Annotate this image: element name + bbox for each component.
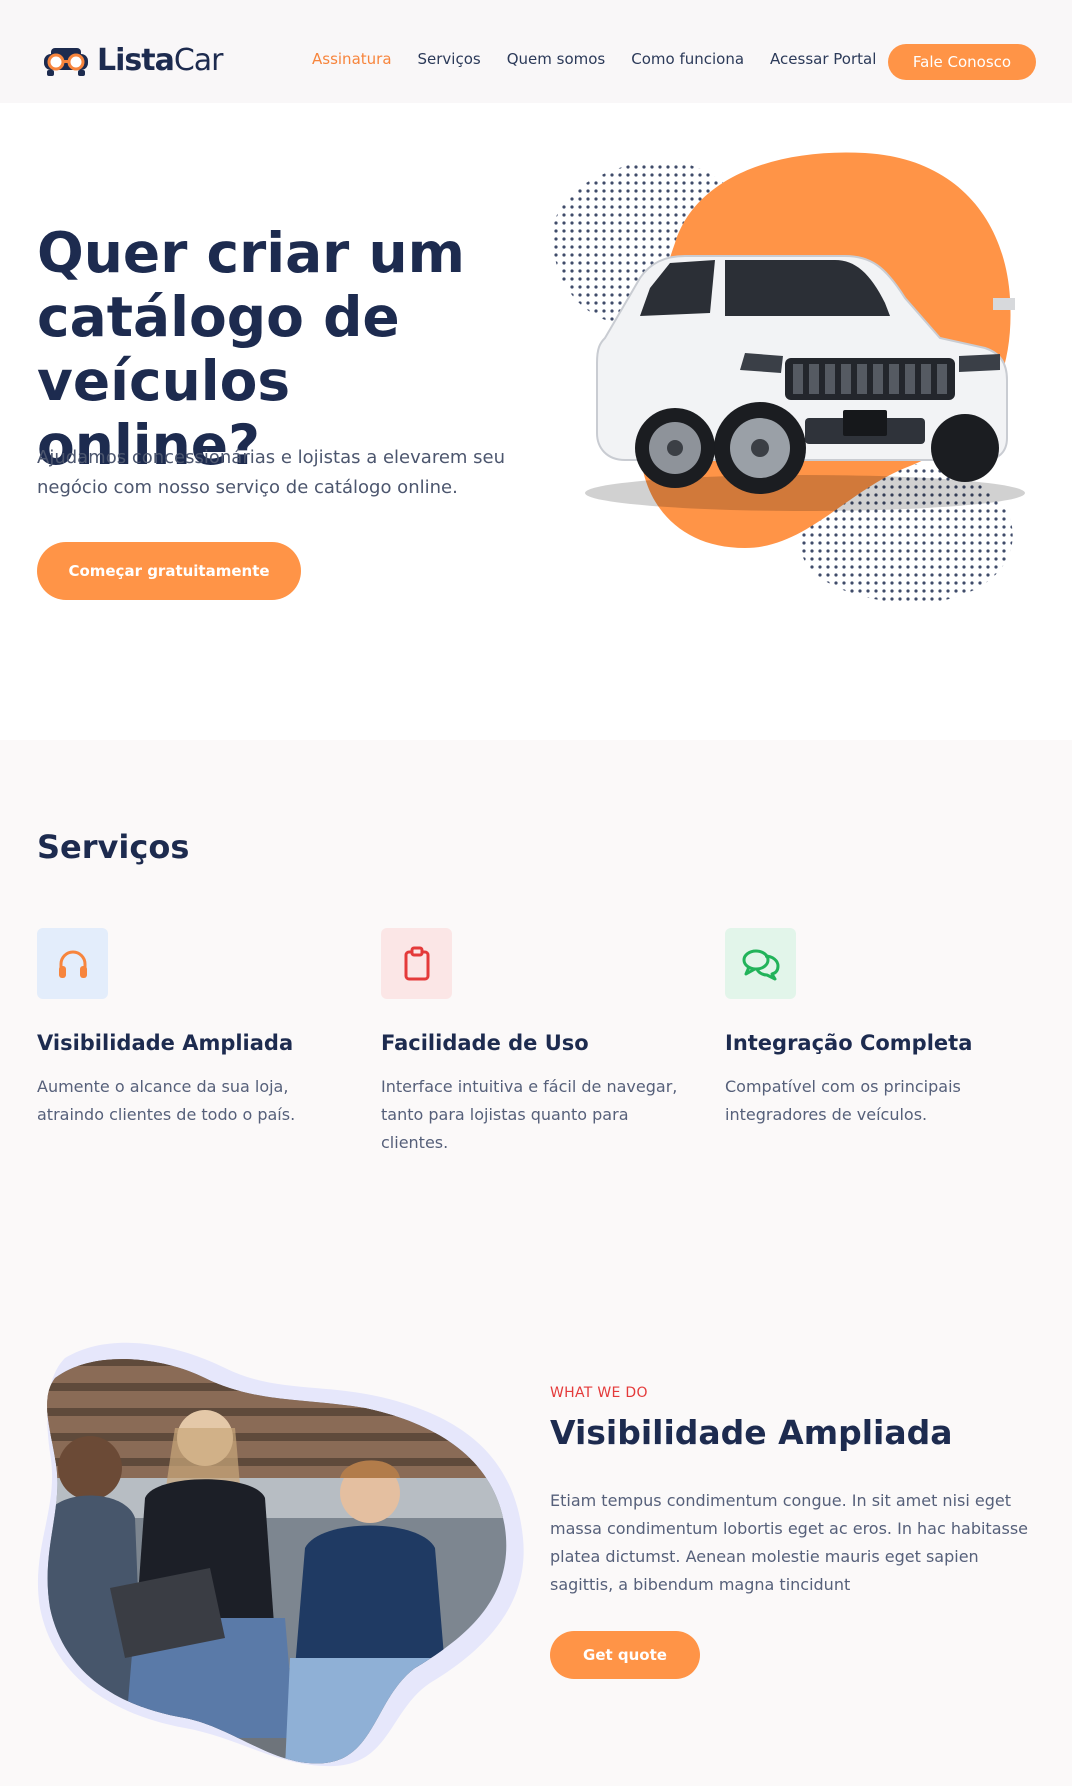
clipboard-icon (381, 928, 452, 999)
contact-button[interactable]: Fale Conosco (888, 44, 1036, 80)
service-text: Interface intuitiva e fácil de navegar, … (381, 1077, 678, 1152)
site-header: ListaCar Assinatura Serviços Quem somos … (0, 0, 1072, 103)
hero-car-illustration (552, 152, 1025, 603)
service-title: Integração Completa (725, 1031, 973, 1055)
services-title: Serviços (37, 828, 190, 866)
team-photo (37, 1342, 524, 1767)
service-card-integration: Integração Completa Compatível com os pr… (725, 928, 1025, 1129)
services-section: Serviços Visibilidade Ampliada Aumente o… (0, 740, 1072, 1786)
nav-como-funciona[interactable]: Como funciona (631, 50, 744, 68)
service-text: Aumente o alcance da sua loja, atraindo … (37, 1077, 296, 1124)
service-title: Facilidade de Uso (381, 1031, 589, 1055)
feature-title: Visibilidade Ampliada (550, 1413, 953, 1452)
headphones-icon (37, 928, 108, 999)
logo[interactable]: ListaCar (41, 40, 224, 80)
nav-assinatura[interactable]: Assinatura (312, 50, 392, 68)
nav-servicos[interactable]: Serviços (418, 50, 481, 68)
nav-acessar-portal[interactable]: Acessar Portal (770, 50, 876, 68)
main-nav: Assinatura Serviços Quem somos Como func… (312, 50, 902, 68)
car-logo-icon (44, 48, 88, 76)
feature-text: Etiam tempus condimentum congue. In sit … (550, 1491, 1029, 1594)
service-card-ease: Facilidade de Uso Interface intuitiva e … (381, 928, 681, 1157)
hero-subtitle: Ajudamos concessionárias e lojistas a el… (37, 447, 506, 498)
logo-text: ListaCar (97, 42, 224, 78)
start-free-button[interactable]: Começar gratuitamente (37, 542, 301, 600)
hero-title: Quer criar um catálogo de veículos onlin… (37, 221, 465, 477)
nav-quem-somos[interactable]: Quem somos (507, 50, 606, 68)
get-quote-button[interactable]: Get quote (550, 1631, 700, 1679)
chat-bubbles-icon (725, 928, 796, 999)
service-text: Compatível com os principais integradore… (725, 1077, 961, 1124)
service-card-visibility: Visibilidade Ampliada Aumente o alcance … (37, 928, 337, 1129)
feature-eyebrow: WHAT WE DO (550, 1385, 648, 1401)
hero-section: Quer criar um catálogo de veículos onlin… (0, 103, 1072, 740)
service-title: Visibilidade Ampliada (37, 1031, 294, 1055)
